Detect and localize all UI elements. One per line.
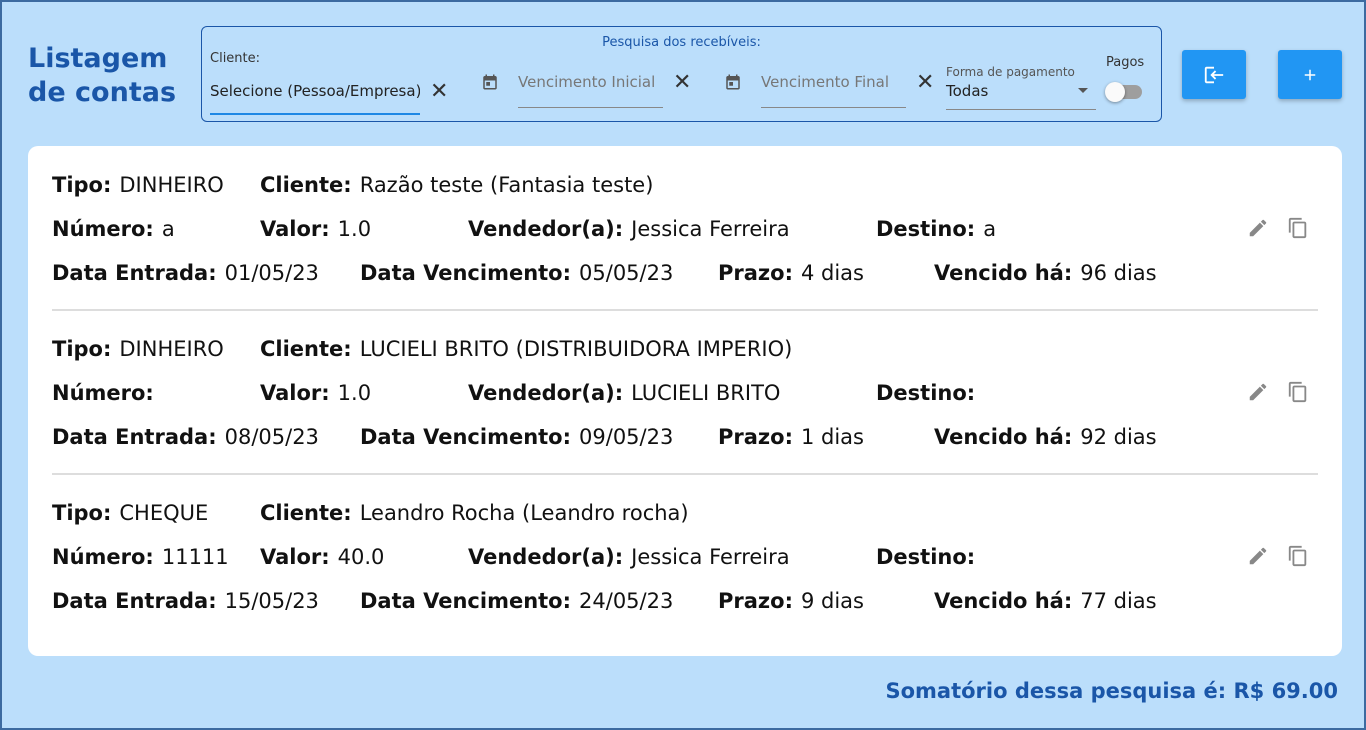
record-vendedor: Vendedor(a): LUCIELI BRITO bbox=[468, 381, 781, 405]
record-destino: Destino: a bbox=[876, 217, 997, 241]
record-numero: Número: a bbox=[52, 217, 175, 241]
record-valor: Valor: 40.0 bbox=[260, 545, 385, 569]
add-button[interactable] bbox=[1278, 50, 1342, 99]
record-tipo: Tipo: CHEQUE bbox=[52, 501, 209, 525]
end-date-input[interactable]: Vencimento Final bbox=[761, 73, 889, 91]
edit-icon[interactable] bbox=[1247, 217, 1269, 239]
record-vendedor: Vendedor(a): Jessica Ferreira bbox=[468, 217, 790, 241]
calendar-icon[interactable] bbox=[481, 73, 499, 91]
dropdown-arrow-icon[interactable] bbox=[1078, 88, 1088, 93]
record-valor: Valor: 1.0 bbox=[260, 381, 372, 405]
record-data-vencimento: Data Vencimento: 09/05/23 bbox=[360, 425, 674, 449]
export-button[interactable] bbox=[1182, 50, 1246, 99]
copy-icon[interactable] bbox=[1287, 381, 1309, 403]
record-tipo: Tipo: DINHEIRO bbox=[52, 337, 224, 361]
record-cliente: Cliente: Razão teste (Fantasia teste) bbox=[260, 173, 654, 197]
payment-method-underline bbox=[946, 109, 1096, 110]
record-vencido: Vencido há: 92 dias bbox=[934, 425, 1157, 449]
accounts-list: Tipo: DINHEIRO Cliente: Razão teste (Fanta… bbox=[28, 146, 1342, 656]
start-date-underline bbox=[518, 107, 663, 108]
record-valor: Valor: 1.0 bbox=[260, 217, 372, 241]
record-prazo: Prazo: 9 dias bbox=[718, 589, 864, 613]
record-destino: Destino: bbox=[876, 381, 976, 405]
record-data-entrada: Data Entrada: 15/05/23 bbox=[52, 589, 319, 613]
calendar-icon[interactable] bbox=[724, 73, 742, 91]
client-label: Cliente: bbox=[210, 51, 261, 66]
record-prazo: Prazo: 4 dias bbox=[718, 261, 864, 285]
copy-icon[interactable] bbox=[1287, 545, 1309, 567]
client-underline bbox=[210, 113, 420, 115]
record-cliente: Cliente: Leandro Rocha (Leandro rocha) bbox=[260, 501, 689, 525]
filters-title: Pesquisa dos recebíveis: bbox=[602, 35, 761, 50]
record-destino: Destino: bbox=[876, 545, 976, 569]
payment-method-select[interactable]: Todas bbox=[946, 82, 988, 100]
plus-icon bbox=[1304, 69, 1316, 80]
paid-label: Pagos bbox=[1106, 55, 1145, 70]
record-tipo: Tipo: DINHEIRO bbox=[52, 173, 224, 197]
search-total: Somatório dessa pesquisa é: R$ 69.00 bbox=[885, 679, 1338, 703]
login-icon bbox=[1204, 66, 1224, 83]
record-numero: Número: bbox=[52, 381, 154, 405]
record-vencido: Vencido há: 96 dias bbox=[934, 261, 1157, 285]
clear-end-date-icon[interactable]: ✕ bbox=[916, 72, 934, 94]
record-vencido: Vencido há: 77 dias bbox=[934, 589, 1157, 613]
record-data-vencimento: Data Vencimento: 24/05/23 bbox=[360, 589, 674, 613]
clear-start-date-icon[interactable]: ✕ bbox=[673, 72, 691, 94]
payment-method-label: Forma de pagamento bbox=[946, 65, 1075, 79]
edit-icon[interactable] bbox=[1247, 381, 1269, 403]
record-numero: Número: 11111 bbox=[52, 545, 229, 569]
record-data-entrada: Data Entrada: 01/05/23 bbox=[52, 261, 319, 285]
record-cliente: Cliente: LUCIELI BRITO (DISTRIBUIDORA IMP… bbox=[260, 337, 793, 361]
client-select[interactable]: Selecione (Pessoa/Empresa) bbox=[210, 82, 420, 100]
list-item: Tipo: CHEQUE Cliente: Leandro Rocha (Leand… bbox=[28, 474, 1342, 638]
edit-icon[interactable] bbox=[1247, 545, 1269, 567]
clear-client-icon[interactable]: ✕ bbox=[430, 81, 448, 103]
start-date-input[interactable]: Vencimento Inicial bbox=[518, 73, 655, 91]
list-item: Tipo: DINHEIRO Cliente: Razão teste (Fanta… bbox=[28, 146, 1342, 310]
list-item: Tipo: DINHEIRO Cliente: LUCIELI BRITO (DIS… bbox=[28, 310, 1342, 474]
page-title: Listagem de contas bbox=[28, 43, 177, 108]
search-filters: Pesquisa dos recebíveis: Cliente: Seleci… bbox=[201, 26, 1162, 122]
record-prazo: Prazo: 1 dias bbox=[718, 425, 864, 449]
record-data-entrada: Data Entrada: 08/05/23 bbox=[52, 425, 319, 449]
record-data-vencimento: Data Vencimento: 05/05/23 bbox=[360, 261, 674, 285]
copy-icon[interactable] bbox=[1287, 217, 1309, 239]
paid-toggle-knob[interactable] bbox=[1105, 82, 1125, 102]
end-date-underline bbox=[761, 107, 906, 108]
record-vendedor: Vendedor(a): Jessica Ferreira bbox=[468, 545, 790, 569]
